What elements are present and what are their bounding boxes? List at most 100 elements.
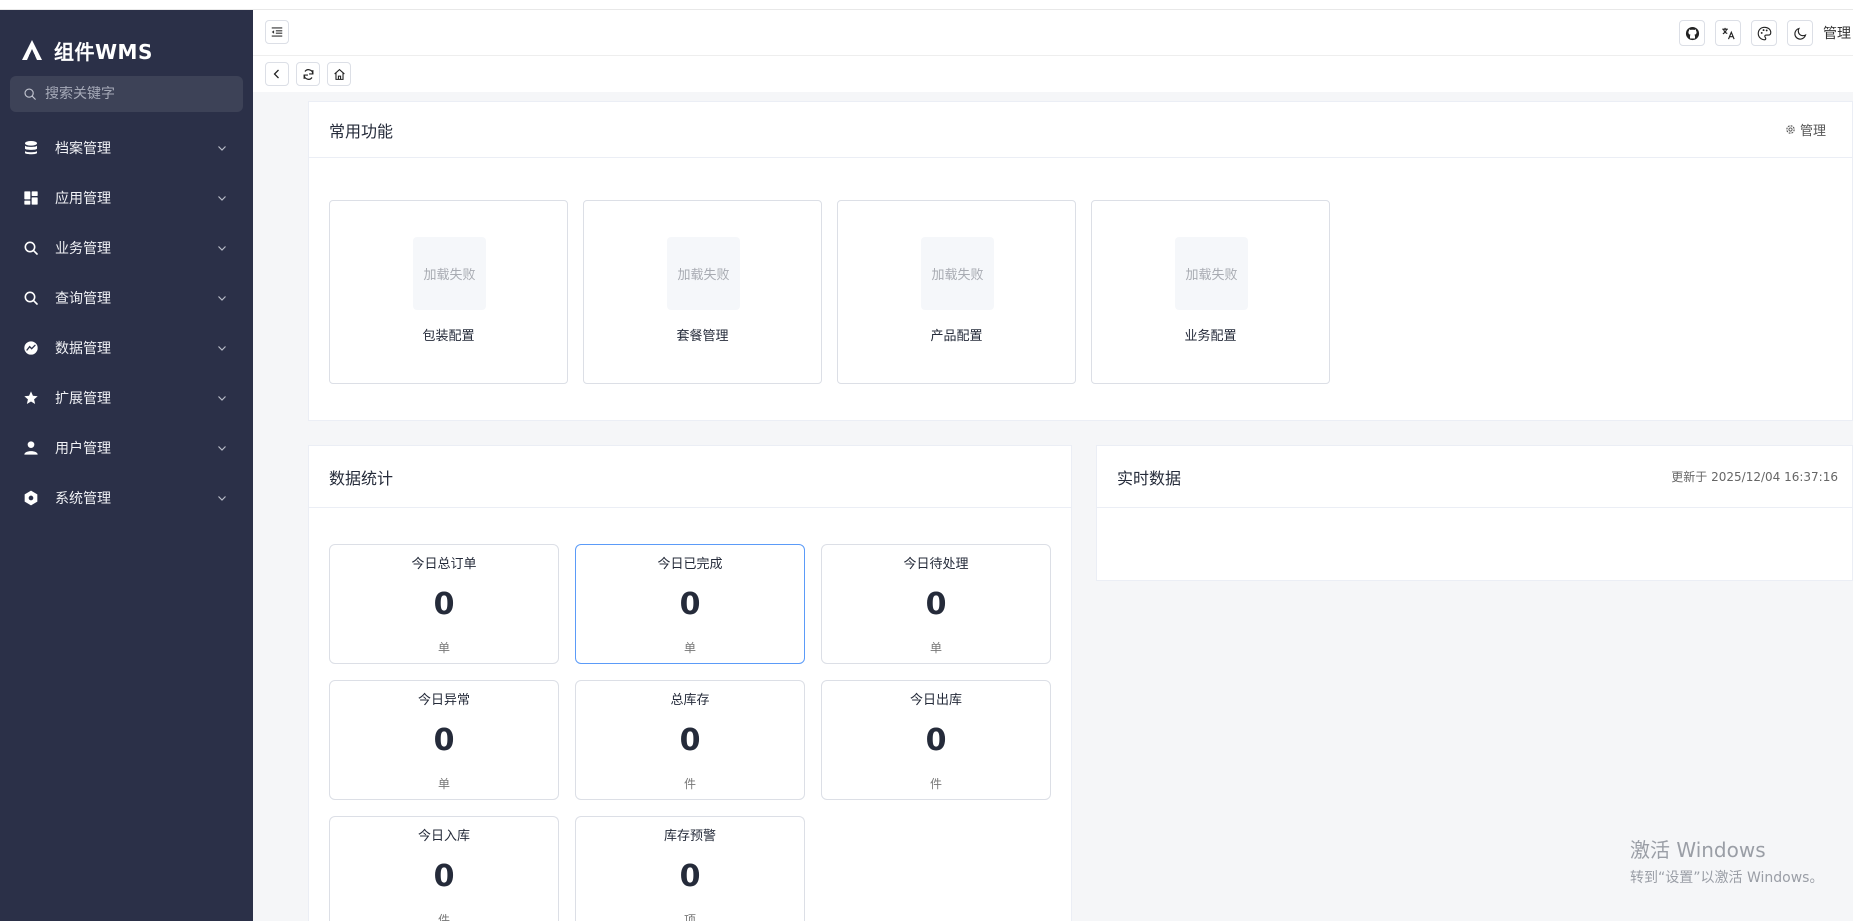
- stat-unit: 项: [683, 913, 696, 921]
- function-item[interactable]: 加载失败 产品配置: [837, 200, 1076, 384]
- stat-unit: 单: [683, 641, 696, 655]
- sidebar-item-system[interactable]: 系统管理: [0, 473, 253, 523]
- sidebar-item-data[interactable]: 数据管理: [0, 323, 253, 373]
- star-icon: [22, 389, 40, 407]
- logo-icon: [22, 40, 42, 60]
- stat-label: 今日入库: [417, 829, 470, 844]
- function-item[interactable]: 加载失败 套餐管理: [583, 200, 822, 384]
- app-logo[interactable]: 组件WMS: [20, 30, 153, 70]
- stat-label: 库存预警: [663, 829, 716, 844]
- sidebar-item-label: 应用管理: [55, 191, 111, 207]
- theme-color-button[interactable]: [1751, 20, 1777, 46]
- stat-value: 0: [925, 587, 947, 622]
- chevron-down-icon: [218, 346, 226, 351]
- sidebar-menu: 档案管理 应用管理 业务管理 查询管理 数据管理 扩展管理 用户管理 系统管理: [0, 123, 253, 523]
- sidebar-item-extensions[interactable]: 扩展管理: [0, 373, 253, 423]
- stat-outbound[interactable]: 今日出库 0 件: [821, 680, 1051, 800]
- gear-icon: [1786, 125, 1795, 134]
- stat-label: 总库存: [670, 693, 710, 708]
- data-stats-card: 数据统计 今日总订单 0 单 今日已完成 0 单 今日待处理 0 单 今日异常 …: [308, 445, 1072, 921]
- stat-label: 今日总订单: [411, 557, 477, 572]
- dashboard-icon: [22, 189, 40, 207]
- stat-value: 0: [925, 723, 947, 758]
- function-image: 加载失败: [921, 237, 994, 310]
- common-functions-header: 常用功能 管理: [309, 102, 1852, 158]
- stat-unit: 件: [437, 913, 450, 921]
- stat-unit: 单: [437, 641, 450, 655]
- stat-total-inventory[interactable]: 总库存 0 件: [575, 680, 805, 800]
- function-item[interactable]: 加载失败 业务配置: [1091, 200, 1330, 384]
- realtime-data-card: 实时数据 更新于 2025/12/04 16:37:16: [1096, 445, 1853, 581]
- chevron-down-icon: [218, 296, 226, 301]
- language-button[interactable]: [1715, 20, 1741, 46]
- back-button[interactable]: [265, 62, 289, 86]
- database-icon: [22, 139, 40, 157]
- refresh-icon: [303, 68, 313, 80]
- stat-total-orders[interactable]: 今日总订单 0 单: [329, 544, 559, 664]
- manage-button[interactable]: 管理: [1785, 120, 1826, 139]
- function-label: 套餐管理: [676, 329, 729, 344]
- sidebar-item-archives[interactable]: 档案管理: [0, 123, 253, 173]
- refresh-button[interactable]: [296, 62, 320, 86]
- stat-label: 今日异常: [417, 693, 470, 708]
- stat-label: 今日已完成: [657, 557, 723, 572]
- chevron-down-icon: [218, 446, 226, 451]
- data-stats-title: 数据统计: [329, 468, 394, 488]
- user-menu[interactable]: 管理: [1823, 23, 1853, 43]
- stat-pending[interactable]: 今日待处理 0 单: [821, 544, 1051, 664]
- function-label: 产品配置: [930, 329, 983, 344]
- stat-exceptions[interactable]: 今日异常 0 单: [329, 680, 559, 800]
- stat-unit: 件: [929, 777, 942, 791]
- stat-stock-alert[interactable]: 库存预警 0 项: [575, 816, 805, 921]
- search-icon: [22, 239, 40, 257]
- function-item[interactable]: 加载失败 包装配置: [329, 200, 568, 384]
- moon-icon: [1793, 27, 1806, 40]
- github-button[interactable]: [1679, 20, 1705, 46]
- chevron-left-icon: [273, 69, 279, 79]
- function-label: 包装配置: [422, 329, 475, 344]
- watermark-subtitle: 转到“设置”以激活 Windows。: [1630, 870, 1824, 886]
- common-functions-card: 常用功能 管理 加载失败 包装配置 加载失败 套餐管理 加载失败 产品配置 加载…: [308, 101, 1853, 421]
- stat-unit: 件: [683, 777, 696, 791]
- dark-mode-button[interactable]: [1787, 20, 1813, 46]
- search-icon: [22, 289, 40, 307]
- home-button[interactable]: [327, 62, 351, 86]
- stat-value: 0: [433, 859, 455, 894]
- common-functions-title: 常用功能: [329, 121, 394, 141]
- sidebar-item-label: 数据管理: [55, 341, 111, 357]
- windows-activation-watermark: 激活 Windows 转到“设置”以激活 Windows。: [1630, 834, 1823, 887]
- sidebar-item-users[interactable]: 用户管理: [0, 423, 253, 473]
- stat-unit: 单: [437, 777, 450, 791]
- palette-icon: [1757, 26, 1771, 40]
- stat-value: 0: [433, 587, 455, 622]
- function-label: 业务配置: [1184, 329, 1237, 344]
- chevron-down-icon: [218, 146, 226, 151]
- sidebar-item-business[interactable]: 业务管理: [0, 223, 253, 273]
- sidebar-item-query[interactable]: 查询管理: [0, 273, 253, 323]
- top-header: 管理: [253, 10, 1853, 56]
- menu-fold-icon: [271, 27, 283, 37]
- sidebar-search[interactable]: [10, 76, 243, 112]
- header-actions: 管理: [1679, 20, 1853, 46]
- stat-value: 0: [679, 723, 701, 758]
- tab-bar: [253, 56, 1853, 92]
- function-image: 加载失败: [413, 237, 486, 310]
- stat-inbound[interactable]: 今日入库 0 件: [329, 816, 559, 921]
- collapse-sidebar-button[interactable]: [265, 20, 289, 44]
- settings-icon: [22, 489, 40, 507]
- github-icon: [1685, 26, 1699, 40]
- chart-circle-icon: [22, 339, 40, 357]
- realtime-data-header: 实时数据 更新于 2025/12/04 16:37:16: [1097, 446, 1852, 508]
- chevron-down-icon: [218, 196, 226, 201]
- stat-completed[interactable]: 今日已完成 0 单: [575, 544, 805, 664]
- watermark-title: 激活 Windows: [1630, 838, 1766, 862]
- sidebar-item-label: 档案管理: [55, 141, 111, 157]
- realtime-data-title: 实时数据: [1117, 468, 1182, 488]
- sidebar-search-input[interactable]: [45, 86, 225, 102]
- stat-label: 今日出库: [909, 693, 962, 708]
- stat-label: 今日待处理: [903, 557, 969, 572]
- sidebar-item-apps[interactable]: 应用管理: [0, 173, 253, 223]
- app-name: 组件WMS: [54, 39, 153, 64]
- sidebar-item-label: 扩展管理: [55, 391, 111, 407]
- user-icon: [22, 439, 40, 457]
